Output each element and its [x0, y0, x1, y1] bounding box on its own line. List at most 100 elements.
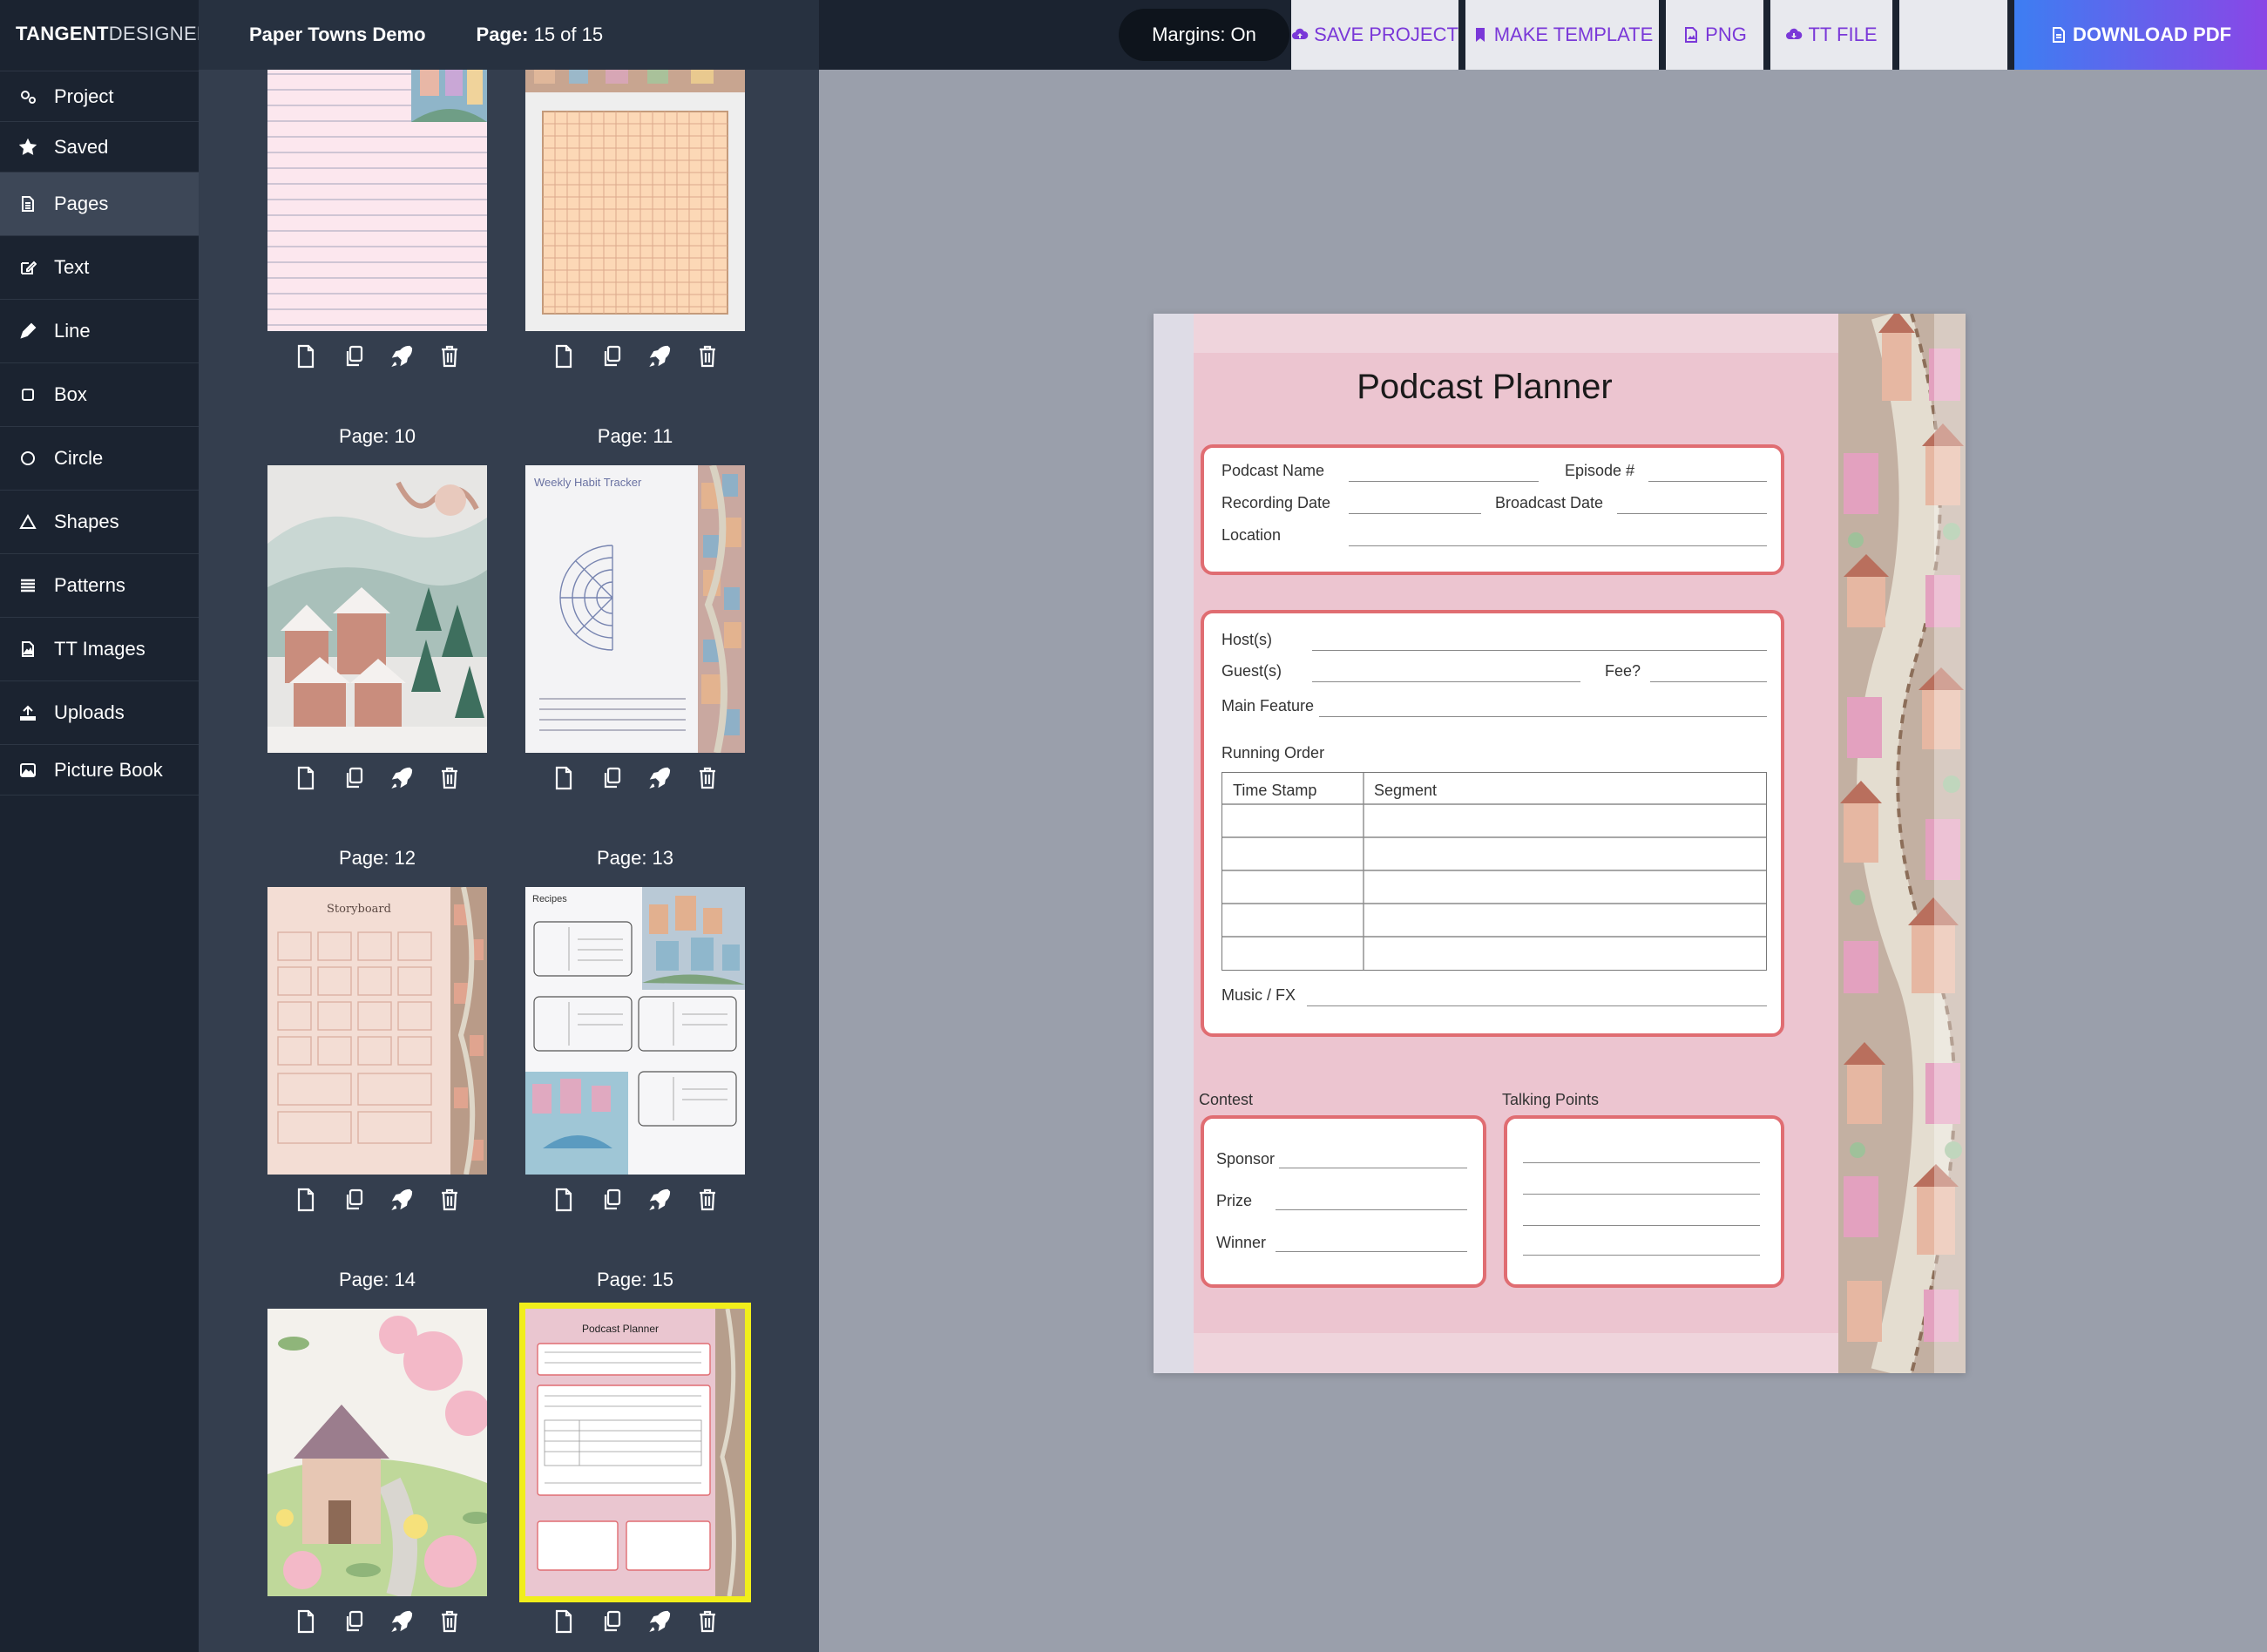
hosts-line	[1312, 650, 1767, 651]
publish-page-button[interactable]	[647, 345, 672, 371]
publish-page-button[interactable]	[389, 767, 414, 793]
page-actions	[525, 344, 745, 373]
guests-label: Guest(s)	[1221, 662, 1282, 680]
new-page-button[interactable]	[552, 1609, 576, 1636]
trash-icon	[438, 766, 461, 795]
page-sheet[interactable]: Podcast Planner Podcast Name Episode # R…	[1154, 314, 1966, 1373]
make-template-button[interactable]: MAKE TEMPLATE	[1465, 0, 1659, 70]
nav-item-text[interactable]: Text	[0, 236, 199, 300]
talking-points-label: Talking Points	[1502, 1091, 1600, 1108]
delete-page-button[interactable]	[695, 1188, 720, 1215]
nav-item-project[interactable]: Project	[0, 71, 199, 122]
new-page-icon	[552, 766, 575, 795]
nav-item-circle[interactable]: Circle	[0, 427, 199, 491]
publish-page-button[interactable]	[389, 1610, 414, 1636]
page-thumbnail[interactable]: Storyboard	[267, 887, 487, 1175]
publish-page-button[interactable]	[389, 345, 414, 371]
running-order-table[interactable]: Time Stamp Segment	[1221, 772, 1767, 971]
new-page-button[interactable]	[552, 766, 576, 795]
nav-item-box[interactable]: Box	[0, 363, 199, 427]
new-page-button[interactable]	[294, 766, 318, 793]
page-thumbnail[interactable]	[267, 1309, 487, 1596]
talking-points-line	[1523, 1194, 1760, 1195]
page-label: Page: 10	[338, 425, 416, 447]
duplicate-page-button[interactable]	[342, 767, 366, 793]
page-thumbnail[interactable]: Weekly Habit Tracker	[525, 465, 745, 753]
duplicate-page-button[interactable]	[342, 1610, 366, 1636]
location-line	[1349, 545, 1767, 546]
nav-item-pages[interactable]: Pages	[0, 173, 199, 236]
episode-details-box[interactable]: Host(s) Guest(s) Fee? Main Feature Runni…	[1201, 610, 1784, 1037]
thumbnail-caption: Recipes	[532, 894, 567, 904]
delete-page-button[interactable]	[695, 1610, 720, 1636]
delete-page-button[interactable]	[437, 1610, 462, 1636]
save-project-label: SAVE PROJECT	[1314, 24, 1458, 45]
planner-title[interactable]: Podcast Planner	[1154, 368, 1816, 407]
duplicate-icon	[342, 344, 365, 373]
publish-page-button[interactable]	[647, 1188, 672, 1215]
talking-points-line	[1523, 1255, 1760, 1256]
new-page-icon	[552, 344, 575, 373]
nav-item-picture-book[interactable]: Picture Book	[0, 745, 199, 796]
png-button[interactable]: PNG	[1666, 0, 1763, 70]
brand-logo[interactable]: TANGENTDESIGNER	[0, 0, 211, 71]
save-project-button[interactable]: SAVE PROJECT	[1291, 0, 1458, 70]
download-pdf-button[interactable]: DOWNLOAD PDF	[2014, 0, 2267, 70]
delete-page-button[interactable]	[695, 345, 720, 371]
village-strip-image[interactable]	[1838, 314, 1966, 1373]
page-thumbnail[interactable]: Recipes	[525, 887, 745, 1175]
new-page-button[interactable]	[294, 344, 318, 371]
nav-item-saved[interactable]: Saved	[0, 122, 199, 173]
gears-icon	[19, 88, 54, 105]
duplicate-page-button[interactable]	[599, 767, 624, 793]
thumbnail-caption: Weekly Habit Tracker	[534, 476, 642, 489]
patterns-icon	[19, 577, 54, 594]
delete-page-button[interactable]	[437, 1188, 462, 1215]
nav-item-shapes[interactable]: Shapes	[0, 491, 199, 554]
square-icon	[19, 386, 54, 403]
nav-item-patterns[interactable]: Patterns	[0, 554, 199, 618]
left-nav: TANGENTDESIGNER Project Saved Pages Text…	[0, 0, 211, 1652]
new-page-button[interactable]	[552, 344, 576, 373]
page-thumbnail[interactable]	[267, 465, 487, 753]
page-thumbnail[interactable]	[267, 44, 487, 331]
duplicate-page-button[interactable]	[599, 1188, 624, 1215]
margins-toggle[interactable]: Margins: On	[1119, 9, 1289, 61]
broadcast-date-line	[1617, 513, 1767, 514]
contest-box[interactable]: Sponsor Prize Winner	[1201, 1115, 1486, 1288]
nav-item-uploads[interactable]: Uploads	[0, 681, 199, 745]
new-page-button[interactable]	[294, 1609, 318, 1636]
guests-line	[1312, 681, 1580, 682]
tt-file-button[interactable]: TT FILE	[1770, 0, 1892, 70]
podcast-info-box[interactable]: Podcast Name Episode # Recording Date Br…	[1201, 444, 1784, 575]
delete-page-button[interactable]	[437, 767, 462, 793]
running-order-grid	[1222, 773, 1766, 970]
design-canvas[interactable]: Podcast Planner Podcast Name Episode # R…	[819, 70, 2267, 1652]
talking-points-box[interactable]	[1504, 1115, 1784, 1288]
page-thumbnail-selected[interactable]: Podcast Planner	[519, 1303, 751, 1602]
toolbar-spacer	[1899, 0, 2007, 70]
page-thumbnail-art	[411, 44, 487, 122]
duplicate-page-button[interactable]	[342, 1188, 366, 1215]
publish-page-button[interactable]	[389, 1188, 414, 1215]
duplicate-page-button[interactable]	[599, 1610, 624, 1636]
page-indicator-label: Page:	[476, 24, 529, 45]
rocket-icon	[648, 344, 671, 373]
new-page-button[interactable]	[552, 1188, 576, 1215]
new-page-button[interactable]	[294, 1188, 318, 1215]
circle-icon	[19, 450, 54, 467]
nav-item-line[interactable]: Line	[0, 300, 199, 363]
page-label: Page: 14	[338, 1269, 416, 1290]
page-actions	[525, 766, 745, 795]
publish-page-button[interactable]	[647, 1610, 672, 1636]
duplicate-page-button[interactable]	[599, 345, 624, 371]
recording-date-line	[1349, 513, 1481, 514]
publish-page-button[interactable]	[647, 767, 672, 793]
page-thumbnail[interactable]	[525, 44, 745, 331]
image-file-icon	[1685, 27, 1698, 43]
nav-item-label: Box	[54, 383, 87, 405]
nav-item-tt-images[interactable]: TT Images	[0, 618, 199, 681]
duplicate-page-button[interactable]	[342, 345, 366, 371]
delete-page-button[interactable]	[437, 345, 462, 371]
delete-page-button[interactable]	[695, 767, 720, 793]
